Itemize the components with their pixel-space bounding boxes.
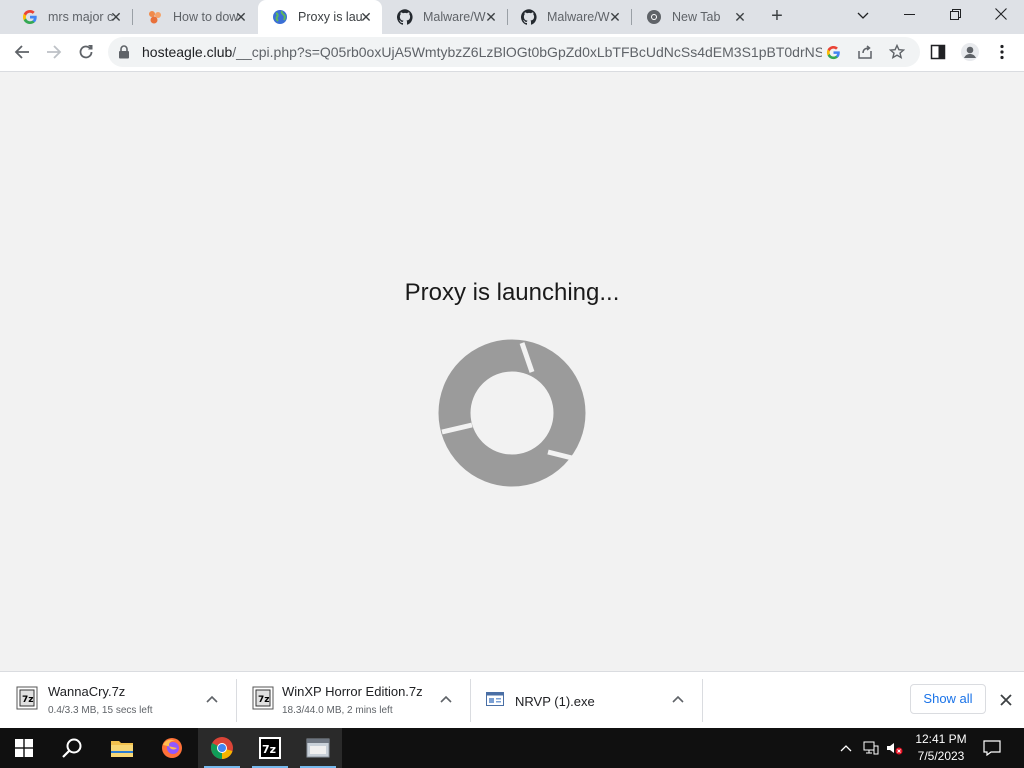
app-window-icon — [306, 738, 330, 758]
file-explorer-icon — [111, 741, 133, 757]
chrome-menu-button[interactable] — [990, 40, 1014, 64]
chrome-icon — [646, 9, 662, 25]
volume-muted-icon — [887, 743, 903, 755]
download-filename: WinXP Horror Edition.7z — [282, 684, 423, 699]
url-text[interactable]: hosteagle.club/__cpi.php?s=Q05rb0oxUjA5W… — [142, 44, 822, 60]
taskbar-search-button[interactable] — [48, 728, 96, 768]
minimize-button[interactable] — [886, 0, 932, 32]
taskbar-app-window[interactable] — [294, 728, 342, 768]
github-icon — [397, 9, 413, 25]
globe-icon — [272, 9, 288, 25]
chevron-up-icon[interactable] — [438, 692, 454, 708]
tab-close-icon[interactable]: ✕ — [607, 9, 623, 25]
windows-start-icon — [15, 739, 33, 757]
arrow-left-icon — [14, 45, 29, 59]
notification-icon — [983, 740, 1001, 756]
url-domain: hosteagle.club — [142, 44, 233, 60]
new-tab-button[interactable]: + — [765, 5, 789, 29]
side-panel-button[interactable] — [926, 40, 950, 64]
network-icon — [863, 741, 879, 755]
tab-strip: mrs major c ✕ How to dow ✕ Proxy is lau … — [0, 0, 1024, 34]
loading-message: Proxy is launching... — [404, 279, 620, 306]
tray-show-hidden[interactable] — [836, 728, 856, 768]
search-icon — [62, 738, 82, 758]
tab-github-malware-1[interactable]: Malware/W ✕ — [383, 0, 507, 34]
tray-volume[interactable] — [884, 728, 906, 768]
archive-7z-icon: 7z — [16, 686, 38, 710]
loading-spinner-icon — [438, 339, 586, 487]
system-clock[interactable]: 12:41 PM 7/5/2023 — [906, 731, 976, 765]
google-icon — [22, 9, 38, 25]
tab-google-search[interactable]: mrs major c ✕ — [8, 0, 132, 34]
taskbar-file-explorer[interactable] — [98, 728, 146, 768]
browser-toolbar: hosteagle.club/__cpi.php?s=Q05rb0oxUjA5W… — [0, 34, 1024, 72]
profile-avatar-icon — [961, 43, 979, 61]
tab-how-to-download[interactable]: How to dow ✕ — [133, 0, 257, 34]
close-icon[interactable] — [996, 690, 1016, 710]
chevron-up-icon — [840, 745, 852, 752]
svg-text:7z: 7z — [22, 695, 34, 705]
page-content: Proxy is launching... — [0, 72, 1024, 671]
start-button[interactable] — [0, 728, 48, 768]
profile-button[interactable] — [958, 40, 982, 64]
chevron-down-icon — [857, 12, 869, 19]
tab-close-icon[interactable]: ✕ — [108, 9, 124, 25]
tray-network[interactable] — [860, 728, 882, 768]
clock-date: 7/5/2023 — [917, 749, 965, 763]
action-center-button[interactable] — [980, 728, 1004, 768]
7zip-icon: 7z — [259, 737, 281, 759]
tab-close-icon[interactable]: ✕ — [483, 9, 499, 25]
archive-7z-icon: 7z — [252, 686, 274, 710]
download-divider — [702, 679, 703, 722]
tab-close-icon[interactable]: ✕ — [358, 9, 374, 25]
downloads-bar: 7z WannaCry.7z 0.4/3.3 MB, 15 secs left … — [0, 671, 1024, 729]
address-bar[interactable]: hosteagle.club/__cpi.php?s=Q05rb0oxUjA5W… — [108, 37, 920, 67]
chevron-up-icon[interactable] — [204, 692, 220, 708]
taskbar-7zip[interactable]: 7z — [246, 728, 294, 768]
svg-text:7z: 7z — [258, 695, 270, 705]
download-status: 0.4/3.3 MB, 15 secs left — [48, 705, 153, 716]
chevron-up-icon[interactable] — [670, 692, 686, 708]
tab-proxy-launching[interactable]: Proxy is lau ✕ — [258, 0, 382, 34]
taskbar-chrome[interactable] — [198, 728, 246, 768]
svg-text:7z: 7z — [262, 743, 276, 756]
exe-file-icon — [486, 692, 504, 706]
forward-button[interactable] — [40, 38, 68, 66]
bookmark-star-icon[interactable] — [888, 43, 906, 61]
kebab-menu-icon — [1000, 44, 1004, 60]
reload-icon — [79, 45, 93, 59]
close-window-button[interactable] — [978, 0, 1024, 32]
reload-button[interactable] — [72, 38, 100, 66]
github-icon — [521, 9, 537, 25]
minimize-icon — [903, 14, 915, 15]
restore-button[interactable] — [932, 0, 978, 32]
tab-close-icon[interactable]: ✕ — [732, 9, 748, 25]
arrow-right-icon — [47, 45, 62, 59]
download-item-wannacry[interactable]: 7z WannaCry.7z 0.4/3.3 MB, 15 secs left — [0, 672, 236, 729]
windows-taskbar: 7z 12:41 PM 7/5/2023 — [0, 728, 1024, 768]
download-item-nrvp[interactable]: NRVP (1).exe — [470, 672, 702, 729]
lock-icon[interactable] — [118, 45, 130, 62]
restore-icon — [949, 9, 961, 20]
google-lens-icon[interactable] — [824, 43, 842, 61]
download-status: 18.3/44.0 MB, 2 mins left — [282, 705, 393, 716]
back-button[interactable] — [8, 38, 36, 66]
url-path: /__cpi.php?s=Q05rb0oxUjA5WmtybzZ6LzBlOGt… — [232, 44, 822, 60]
tab-search-button[interactable] — [840, 0, 886, 32]
site-orange-icon — [147, 9, 163, 25]
download-filename: NRVP (1).exe — [515, 694, 595, 709]
chrome-icon — [210, 737, 233, 759]
side-panel-icon — [930, 44, 946, 60]
tab-github-malware-2[interactable]: Malware/W ✕ — [507, 0, 631, 34]
download-filename: WannaCry.7z — [48, 684, 126, 699]
clock-time: 12:41 PM — [915, 732, 967, 746]
close-icon — [995, 8, 1007, 20]
firefox-icon — [162, 738, 182, 758]
download-item-winxp[interactable]: 7z WinXP Horror Edition.7z 18.3/44.0 MB,… — [236, 672, 470, 729]
taskbar-firefox[interactable] — [148, 728, 196, 768]
share-icon[interactable] — [856, 43, 874, 61]
tab-new-tab[interactable]: New Tab ✕ — [632, 0, 756, 34]
tab-close-icon[interactable]: ✕ — [233, 9, 249, 25]
show-all-downloads-button[interactable]: Show all — [910, 684, 986, 714]
